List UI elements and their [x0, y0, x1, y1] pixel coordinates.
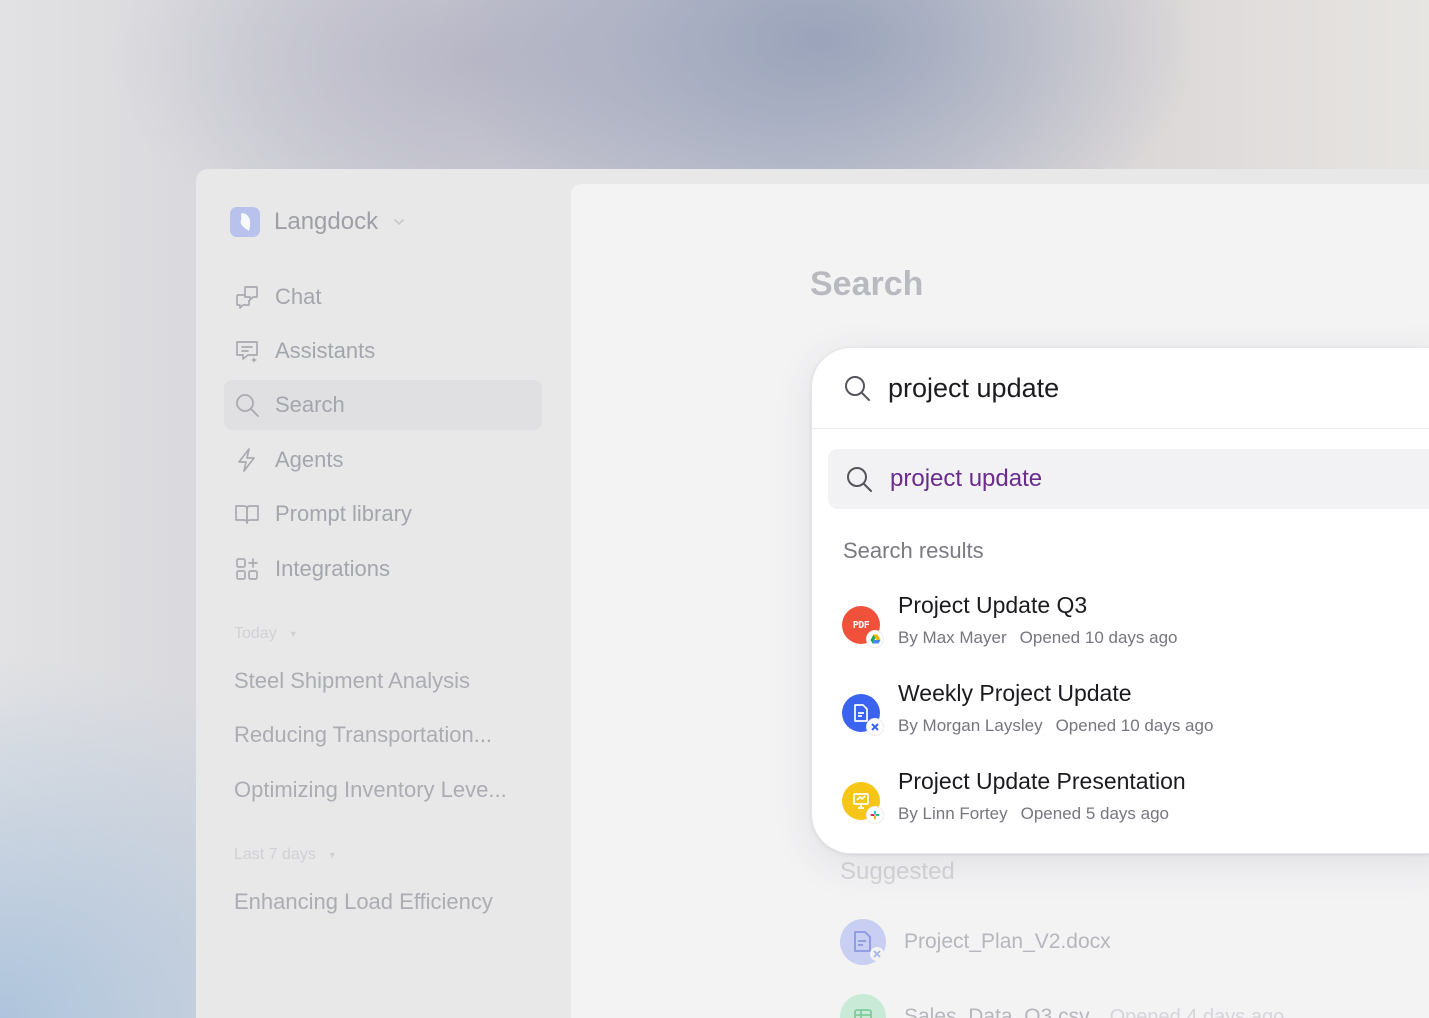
result-meta: By Max Mayer Opened 10 days ago: [898, 628, 1178, 648]
search-icon: [845, 376, 870, 401]
excel-icon: [867, 719, 883, 735]
nav-item-integrations[interactable]: Integrations: [224, 544, 542, 594]
result-author: By Morgan Laysley: [898, 716, 1043, 735]
lightning-icon: [233, 446, 261, 474]
pdf-icon: PDF: [842, 606, 883, 647]
nav-item-search[interactable]: Search: [224, 380, 542, 430]
assistants-icon: [233, 337, 261, 365]
workspace-name: Langdock: [274, 208, 379, 235]
result-title: Weekly Project Update: [898, 680, 1132, 706]
nav-label: Integrations: [275, 556, 390, 581]
page-title: Search: [810, 265, 924, 303]
query-suggestion-label: project update: [890, 465, 1043, 492]
history-item[interactable]: Steel Shipment Analysis: [234, 668, 470, 694]
nav-label: Agents: [275, 447, 344, 472]
search-input[interactable]: [888, 372, 1388, 404]
workspace-switcher[interactable]: Langdock: [230, 206, 406, 238]
suggested-heading: Suggested: [840, 858, 955, 885]
caret-down-icon: ▼: [327, 850, 337, 860]
search-result[interactable]: Weekly Project Update By Morgan Laysley O…: [842, 680, 1422, 750]
nav-label: Search: [275, 392, 345, 417]
nav-item-assistants[interactable]: Assistants: [224, 326, 542, 376]
history-group-today[interactable]: Today ▼: [234, 625, 298, 643]
search-result[interactable]: Project Update Presentation By Linn Fort…: [842, 768, 1422, 838]
result-title: Project Update Q3: [898, 592, 1088, 618]
chevron-down-icon: [394, 219, 404, 226]
excel-icon: [870, 947, 884, 961]
history-group-last-7-days[interactable]: Last 7 days ▼: [234, 846, 337, 864]
suggested-item[interactable]: Sales_Data_Q3.csv Opened 4 days ago: [840, 994, 1284, 1018]
history-group-label: Last 7 days: [234, 846, 316, 863]
presentation-icon: [842, 782, 883, 823]
suggested-item-label: Project_Plan_V2.docx: [904, 930, 1111, 953]
sidebar: Langdock Chat Assistants Search Agents P…: [196, 169, 570, 1018]
search-panel: project update Search results PDF Projec…: [811, 347, 1429, 854]
search-result[interactable]: PDF Project Update Q3 By Max Mayer Opened…: [842, 592, 1422, 662]
langdock-logo-icon: [230, 207, 260, 237]
history-item[interactable]: Optimizing Inventory Leve...: [234, 777, 507, 803]
nav-label: Prompt library: [275, 501, 412, 526]
result-opened: Opened 10 days ago: [1019, 628, 1178, 647]
nav-label: Chat: [275, 284, 322, 309]
search-bar[interactable]: [812, 348, 1429, 429]
history-item[interactable]: Reducing Transportation...: [234, 722, 492, 748]
suggested-item[interactable]: Project_Plan_V2.docx: [840, 919, 1111, 965]
caret-down-icon: ▼: [288, 629, 298, 639]
result-opened: Opened 10 days ago: [1055, 716, 1214, 735]
nav-item-chat[interactable]: Chat: [224, 272, 542, 322]
query-suggestion[interactable]: project update: [828, 449, 1429, 509]
result-opened: Opened 5 days ago: [1020, 804, 1170, 823]
nav-item-agents[interactable]: Agents: [224, 435, 542, 485]
suggested-item-meta: Opened 4 days ago: [1109, 1005, 1285, 1018]
chat-icon: [233, 283, 261, 311]
result-meta: By Linn Fortey Opened 5 days ago: [898, 804, 1169, 824]
document-icon: [840, 919, 886, 965]
suggested-item-label: Sales_Data_Q3.csv: [904, 1005, 1090, 1018]
google-drive-icon: [867, 631, 883, 647]
book-icon: [233, 500, 261, 528]
nav-item-prompt-library[interactable]: Prompt library: [224, 489, 542, 539]
result-title: Project Update Presentation: [898, 768, 1186, 794]
history-group-label: Today: [234, 625, 277, 642]
slack-icon: [867, 807, 883, 823]
document-icon: [842, 694, 883, 735]
history-item[interactable]: Enhancing Load Efficiency: [234, 889, 493, 915]
search-icon: [233, 391, 261, 419]
result-author: By Linn Fortey: [898, 804, 1008, 823]
spreadsheet-icon: [840, 994, 886, 1018]
nav-label: Assistants: [275, 338, 376, 363]
result-meta: By Morgan Laysley Opened 10 days ago: [898, 716, 1213, 736]
search-icon: [847, 467, 872, 492]
grid-plus-icon: [233, 555, 261, 583]
result-author: By Max Mayer: [898, 628, 1007, 647]
results-heading: Search results: [843, 538, 984, 563]
